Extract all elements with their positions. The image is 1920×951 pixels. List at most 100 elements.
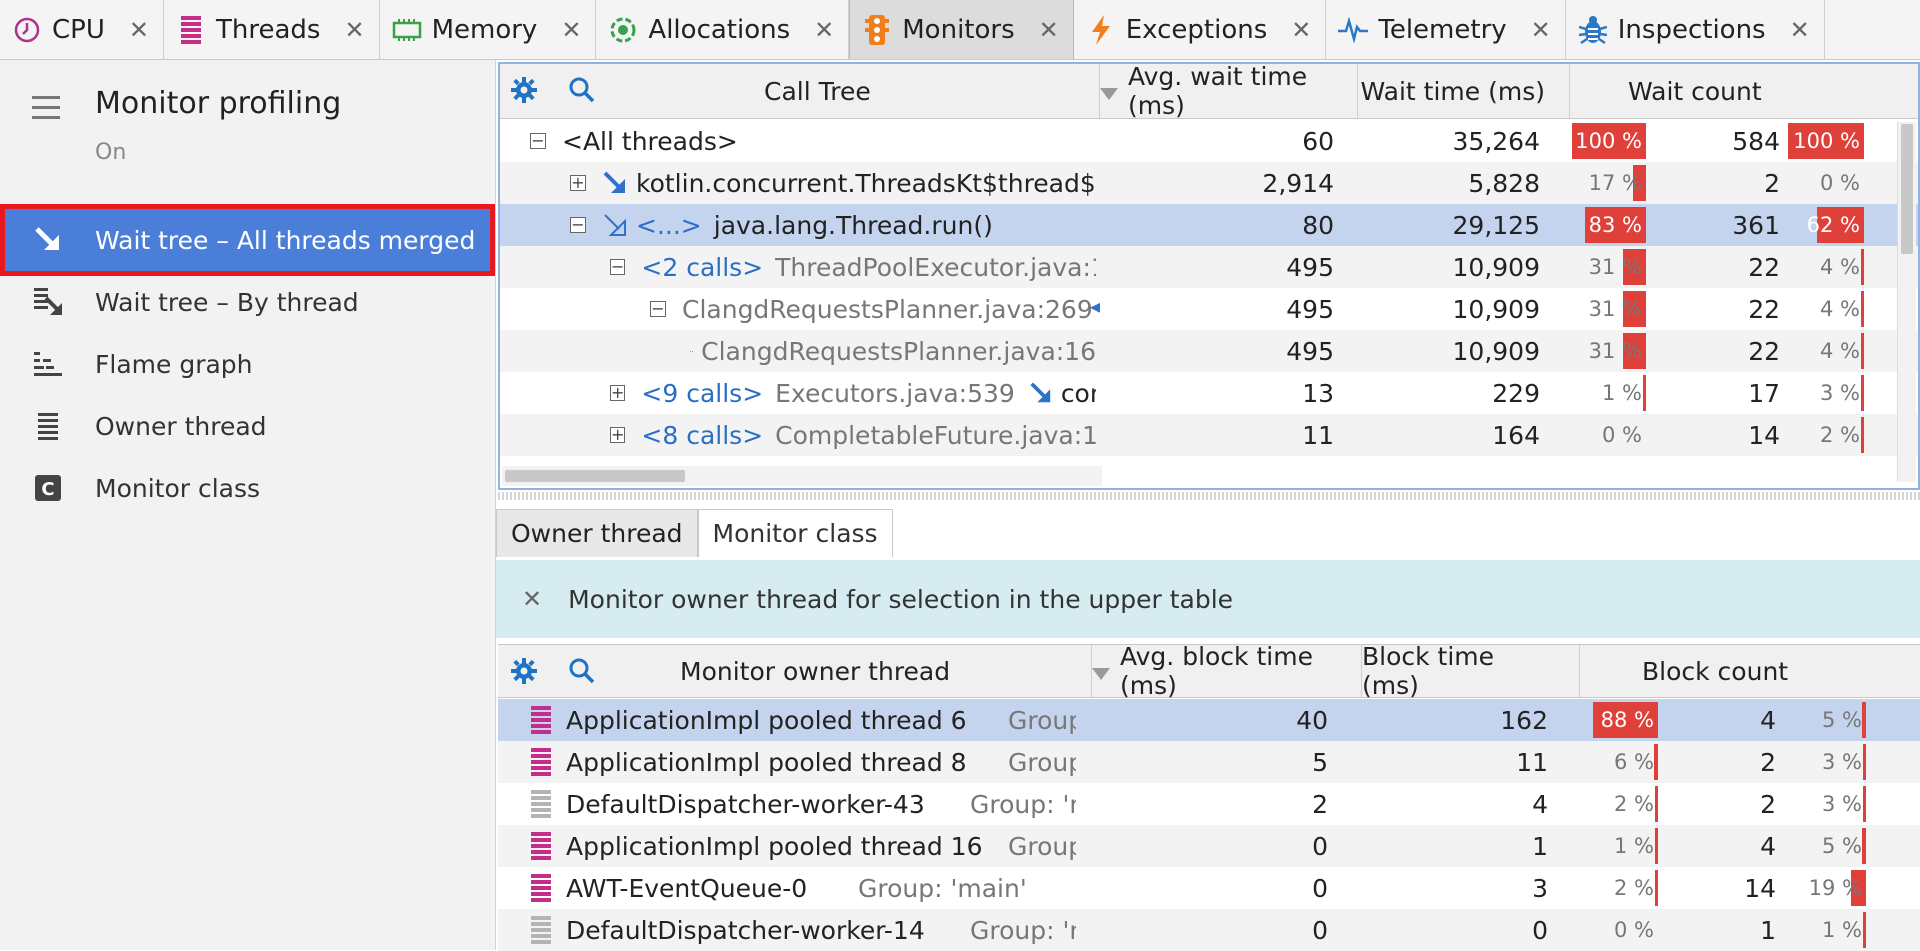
table-row[interactable]: DefaultDispatcher-worker-14 Group: 'm 0 0 0 …	[498, 909, 1920, 951]
percent-bar-cell: 3 %	[1788, 375, 1864, 411]
subtab-monitor-class[interactable]: Monitor class	[697, 509, 893, 557]
monitor-class-icon: C	[28, 468, 68, 508]
collapse-icon[interactable]: −	[650, 301, 666, 317]
percent-label: 3 %	[1822, 792, 1862, 816]
table-row[interactable]: + <8 calls> CompletableFuture.java:176 11 16…	[500, 414, 1918, 456]
thread-icon	[530, 873, 552, 903]
percent-bar-cell: 4 %	[1788, 249, 1864, 285]
expand-icon[interactable]: +	[610, 427, 626, 443]
percent-label: 17 %	[1588, 171, 1642, 195]
tab-monitors[interactable]: Monitors ✕	[849, 0, 1074, 59]
column-header-block-time[interactable]: Block time (ms)	[1362, 642, 1580, 700]
tab-cpu[interactable]: CPU ✕	[0, 0, 164, 59]
block-count-value: 2	[1760, 747, 1776, 777]
tab-allocations[interactable]: Allocations ✕	[596, 0, 850, 59]
percent-bar-cell: 4 %	[1788, 333, 1864, 369]
close-icon[interactable]: ✕	[129, 16, 149, 44]
table-row[interactable]: ApplicationImpl pooled thread 8 Group: 5 11…	[498, 741, 1920, 783]
thread-group: Group	[1008, 825, 1076, 867]
search-icon[interactable]	[568, 657, 596, 691]
table-row[interactable]: − ClangdRequestsPlanner.java:269 ◂ 495 10,90…	[500, 288, 1918, 330]
expand-icon[interactable]: +	[570, 175, 586, 191]
owner-thread-header: Monitor owner thread Avg. block time (ms…	[498, 642, 1920, 700]
tab-telemetry[interactable]: Telemetry ✕	[1326, 0, 1566, 59]
column-header-avg-wait[interactable]: Avg. wait time (ms)	[1100, 62, 1358, 120]
expand-icon[interactable]: +	[610, 385, 626, 401]
sidebar-item-wait-tree-merged[interactable]: Wait tree – All threads merged	[0, 204, 495, 276]
close-icon[interactable]: ✕	[814, 16, 834, 44]
table-row[interactable]: − <...> java.lang.Thread.run() 80 29,125 83 %…	[500, 204, 1918, 246]
wait-tree-by-thread-icon	[28, 282, 68, 322]
tab-memory[interactable]: Memory ✕	[380, 0, 597, 59]
percent-bar-cell: 5 %	[1788, 702, 1866, 738]
wait-time-value: 10,909	[1452, 294, 1540, 324]
tab-exceptions[interactable]: Exceptions ✕	[1074, 0, 1327, 59]
table-row[interactable]: DefaultDispatcher-worker-43 Group: 'm 2 4 2 …	[498, 783, 1920, 825]
call-tree-header: Call Tree Avg. wait time (ms) Wait time …	[500, 62, 1920, 120]
sidebar-item-owner-thread[interactable]: Owner thread	[0, 394, 495, 458]
column-header-wait-time[interactable]: Wait time (ms)	[1358, 64, 1570, 118]
subtab-owner-thread[interactable]: Owner thread	[496, 509, 698, 557]
collapse-icon[interactable]: −	[570, 217, 586, 233]
settings-gear-icon[interactable]	[510, 76, 538, 110]
column-label: Avg. block time (ms)	[1120, 642, 1313, 700]
table-row[interactable]: ApplicationImpl pooled thread 16 Group 0 1 1…	[498, 825, 1920, 867]
table-row[interactable]: AWT-EventQueue-0 Group: 'main'N 0 3 2 % 14 19 …	[498, 867, 1920, 909]
collapse-icon[interactable]: −	[530, 133, 546, 149]
close-icon[interactable]: ✕	[1039, 16, 1059, 44]
column-header-avg-block[interactable]: Avg. block time (ms)	[1092, 642, 1362, 700]
percent-bar-cell: 62 %	[1788, 207, 1864, 243]
sidebar-item-monitor-class[interactable]: C Monitor class	[0, 456, 495, 520]
hamburger-menu-icon[interactable]	[32, 96, 60, 126]
thread-group: Group:	[1008, 741, 1076, 783]
wait-time-value: 164	[1492, 420, 1540, 450]
tree-cell: − <...> java.lang.Thread.run()	[570, 204, 1096, 246]
tab-threads[interactable]: Threads ✕	[164, 0, 380, 59]
close-icon[interactable]: ✕	[561, 16, 581, 44]
table-row[interactable]: + kotlin.concurrent.ThreadsKt$thread$ 2,91…	[500, 162, 1918, 204]
panel-splitter[interactable]	[498, 492, 1920, 500]
vertical-scrollbar[interactable]	[1897, 122, 1916, 482]
close-icon[interactable]: ✕	[522, 585, 542, 613]
column-label: Wait count	[1628, 76, 1762, 106]
tree-cell: ClangdRequestsPlanner.java:16	[690, 330, 1096, 372]
close-icon[interactable]: ✕	[1790, 16, 1810, 44]
tab-label: Telemetry	[1378, 14, 1507, 45]
table-row[interactable]: − <All threads> 60 35,264 100 % 584 100 %	[500, 120, 1918, 162]
column-label: Block time (ms)	[1362, 642, 1495, 700]
profiling-status[interactable]: On	[95, 140, 126, 165]
column-header-call-tree[interactable]: Call Tree	[500, 64, 1100, 118]
sidebar-item-flame-graph[interactable]: Flame graph	[0, 332, 495, 396]
thread-group: Group: 'm	[970, 909, 1076, 951]
close-icon[interactable]: ✕	[1531, 16, 1551, 44]
calls-count: <9 calls>	[641, 378, 764, 408]
column-header-owner-thread[interactable]: Monitor owner thread	[498, 645, 1092, 697]
table-row[interactable]: ClangdRequestsPlanner.java:16 495 10,909 31…	[500, 330, 1918, 372]
percent-bar	[1862, 702, 1866, 738]
close-icon[interactable]: ✕	[344, 16, 364, 44]
table-row[interactable]: + <9 calls> Executors.java:539 com.i 13 229 1 …	[500, 372, 1918, 414]
search-icon[interactable]	[568, 76, 596, 110]
clock-icon	[12, 15, 42, 45]
horizontal-scrollbar[interactable]	[502, 466, 1102, 486]
percent-label: 4 %	[1820, 255, 1860, 279]
settings-gear-icon[interactable]	[510, 657, 538, 691]
tree-cell: + kotlin.concurrent.ThreadsKt$thread$	[570, 162, 1096, 204]
collapse-icon[interactable]: −	[610, 259, 626, 275]
percent-bar	[1863, 786, 1866, 822]
memory-icon	[392, 15, 422, 45]
block-time-value: 3	[1532, 873, 1548, 903]
percent-label: 19 %	[1808, 876, 1862, 900]
tab-inspections[interactable]: Inspections ✕	[1566, 0, 1825, 59]
group-text: Group:	[1008, 705, 1076, 735]
column-header-wait-count[interactable]: Wait count	[1570, 64, 1920, 118]
close-icon[interactable]: ✕	[1291, 16, 1311, 44]
percent-bar	[1861, 417, 1864, 453]
sort-desc-icon	[1100, 77, 1118, 106]
table-row[interactable]: − <2 calls> ThreadPoolExecutor.java:11 495 1…	[500, 246, 1918, 288]
percent-bar	[1860, 249, 1864, 285]
sidebar-item-wait-tree-by-thread[interactable]: Wait tree – By thread	[0, 270, 495, 334]
table-row[interactable]: ApplicationImpl pooled thread 6 Group: 40 1…	[498, 699, 1920, 741]
wait-time-value: 10,909	[1452, 252, 1540, 282]
column-header-block-count[interactable]: Block count	[1580, 645, 1920, 697]
